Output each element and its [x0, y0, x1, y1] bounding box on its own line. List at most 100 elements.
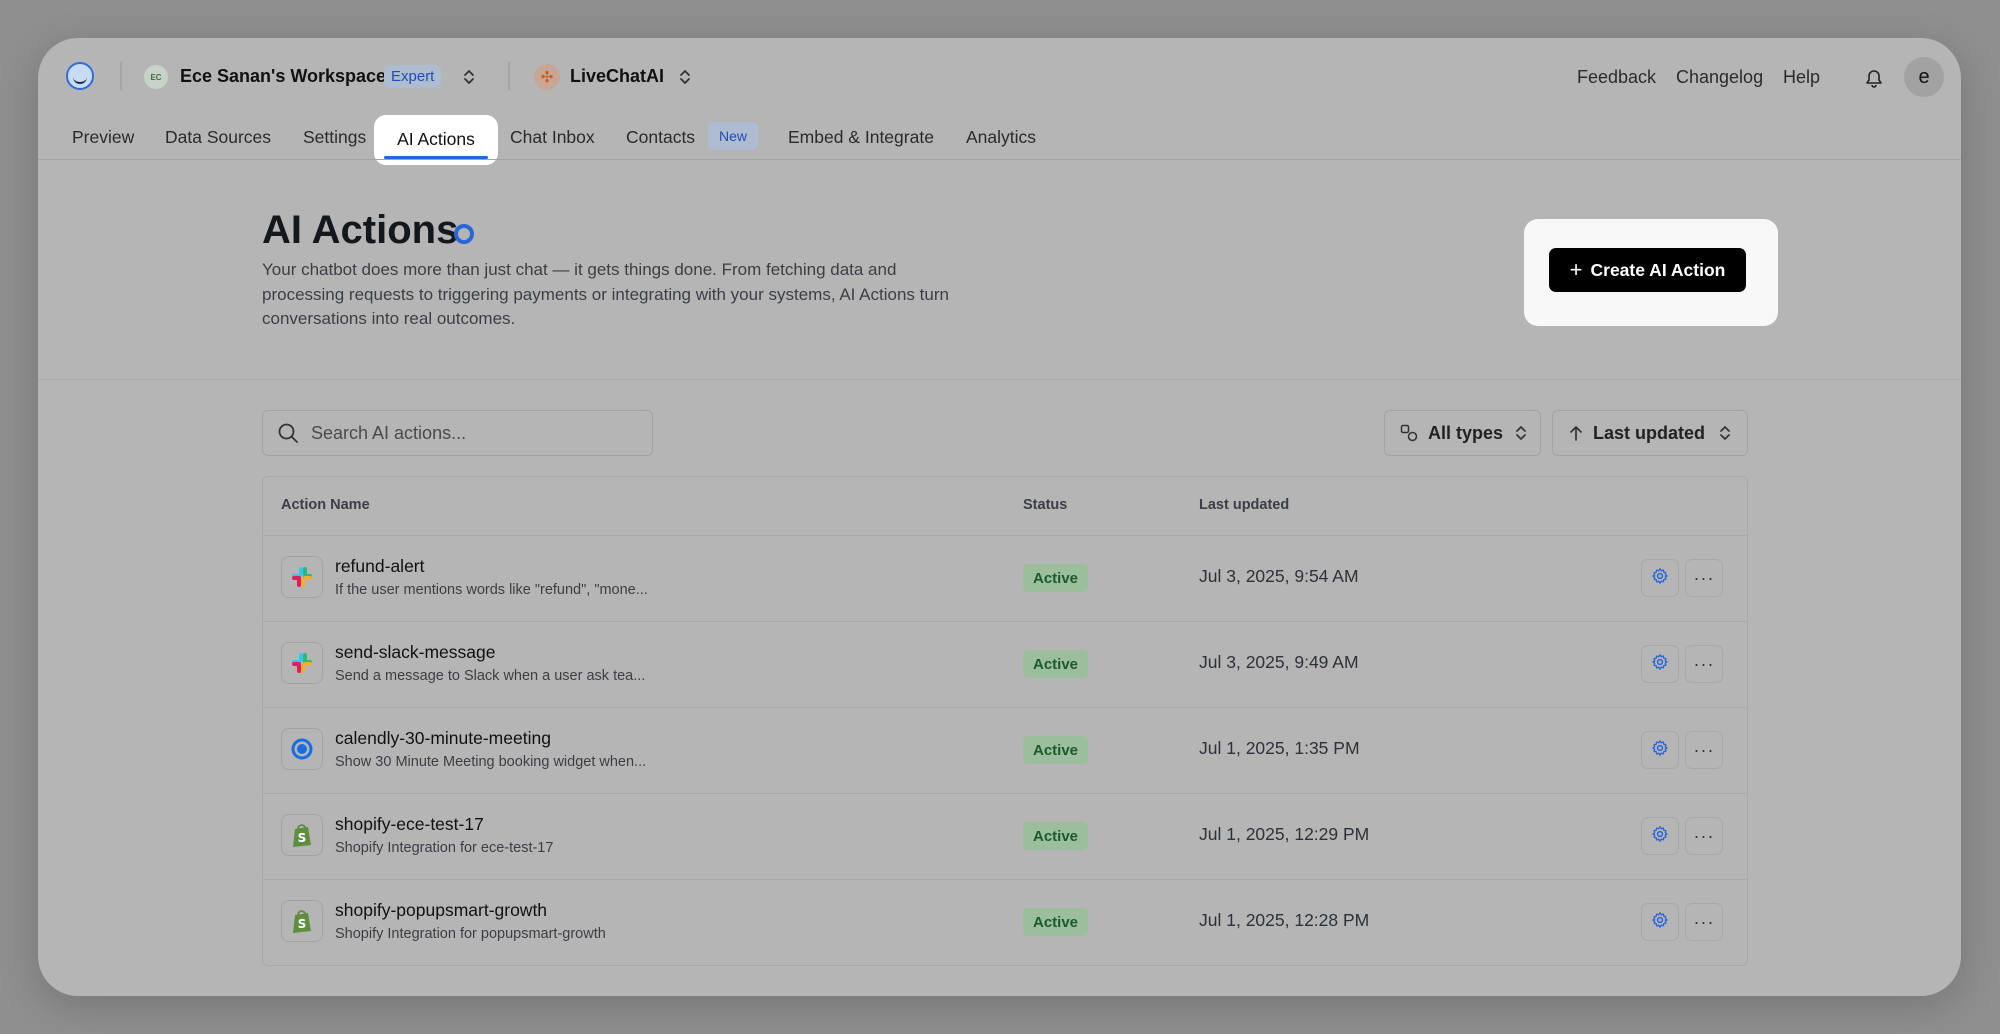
plus-icon: + — [1569, 257, 1583, 282]
workspace-avatar: EC — [144, 65, 168, 89]
gear-icon — [1651, 567, 1669, 590]
settings-button[interactable] — [1641, 731, 1679, 769]
create-button-label: Create AI Action — [1590, 259, 1726, 280]
status-badge: Active — [1023, 908, 1089, 936]
arrow-up-icon — [1569, 424, 1583, 442]
action-name[interactable]: shopify-ece-test-17 — [335, 814, 484, 835]
status-badge: Active — [1023, 564, 1089, 592]
action-name[interactable]: send-slack-message — [335, 642, 495, 663]
table-row[interactable]: send-slack-message Send a message to Sla… — [263, 621, 1747, 708]
bell-icon[interactable] — [1860, 64, 1888, 92]
tab-preview[interactable]: Preview — [72, 127, 134, 148]
divider — [508, 62, 510, 90]
page-description: Your chatbot does more than just chat — … — [262, 260, 949, 328]
tab-embed-integrate[interactable]: Embed & Integrate — [788, 127, 934, 148]
last-updated: Jul 3, 2025, 9:54 AM — [1199, 566, 1359, 586]
search-box[interactable] — [262, 410, 653, 456]
svg-text:S: S — [298, 831, 307, 845]
type-filter-label: All types — [1428, 422, 1504, 443]
last-updated: Jul 1, 2025, 1:35 PM — [1199, 738, 1360, 758]
table-header: Action Name Status Last updated — [263, 477, 1747, 536]
header-last-updated: Last updated — [1199, 497, 1290, 513]
user-avatar[interactable]: e — [1904, 57, 1944, 97]
ai-actions-table: Action Name Status Last updated refund-a… — [262, 476, 1748, 966]
status-badge: Active — [1023, 650, 1089, 678]
create-ai-action-button[interactable]: + Create AI Action — [1549, 248, 1746, 292]
calendly-icon — [281, 728, 323, 770]
type-filter-select[interactable]: All types — [1384, 410, 1541, 456]
tab-contacts[interactable]: Contacts — [626, 127, 695, 148]
ellipsis-icon: ··· — [1693, 911, 1715, 932]
slack-icon — [281, 556, 323, 598]
more-options-button[interactable]: ··· — [1685, 559, 1723, 597]
tab-ai-actions-label: AI Actions — [397, 129, 475, 149]
search-icon — [277, 422, 299, 449]
tab-settings[interactable]: Settings — [303, 127, 366, 148]
ellipsis-icon: ··· — [1693, 653, 1715, 674]
app-window: EC Ece Sanan's Workspace Expert ✣ LiveCh… — [38, 38, 1961, 996]
ellipsis-icon: ··· — [1693, 739, 1715, 760]
shopify-icon: S — [281, 814, 323, 856]
workspace-switcher-chevron-icon[interactable] — [462, 67, 476, 89]
shopify-icon: S — [281, 900, 323, 942]
more-options-button[interactable]: ··· — [1685, 731, 1723, 769]
loading-spinner-icon — [454, 224, 474, 244]
action-description: Send a message to Slack when a user ask … — [335, 668, 646, 684]
tab-bar-border — [38, 159, 1961, 160]
header-status: Status — [1023, 497, 1068, 513]
status-badge: Active — [1023, 822, 1089, 850]
settings-button[interactable] — [1641, 645, 1679, 683]
last-updated: Jul 1, 2025, 12:28 PM — [1199, 910, 1370, 930]
table-row[interactable]: calendly-30-minute-meeting Show 30 Minut… — [263, 707, 1747, 794]
chatbot-name[interactable]: LiveChatAI — [570, 66, 664, 87]
action-name[interactable]: shopify-popupsmart-growth — [335, 900, 547, 921]
sort-label: Last updated — [1593, 422, 1706, 443]
plan-badge: Expert — [384, 65, 442, 88]
chatbot-switcher-chevron-icon[interactable] — [678, 67, 692, 89]
action-description: Shopify Integration for ece-test-17 — [335, 840, 554, 856]
more-options-button[interactable]: ··· — [1685, 645, 1723, 683]
tab-analytics[interactable]: Analytics — [966, 127, 1036, 148]
action-description: Shopify Integration for popupsmart-growt… — [335, 926, 606, 942]
action-name[interactable]: refund-alert — [335, 556, 425, 577]
settings-button[interactable] — [1641, 903, 1679, 941]
action-description: If the user mentions words like "refund"… — [335, 582, 648, 598]
changelog-link[interactable]: Changelog — [1676, 67, 1763, 88]
ellipsis-icon: ··· — [1693, 825, 1715, 846]
tab-data-sources[interactable]: Data Sources — [165, 127, 271, 148]
table-row[interactable]: refund-alert If the user mentions words … — [263, 535, 1747, 622]
svg-text:S: S — [298, 917, 307, 931]
workspace-name[interactable]: Ece Sanan's Workspace — [180, 66, 386, 87]
page-title: AI Actions — [262, 208, 459, 252]
chatbot-icon: ✣ — [534, 64, 560, 90]
last-updated: Jul 1, 2025, 12:29 PM — [1199, 824, 1370, 844]
help-link[interactable]: Help — [1783, 67, 1820, 88]
tab-chat-inbox[interactable]: Chat Inbox — [510, 127, 595, 148]
settings-button[interactable] — [1641, 559, 1679, 597]
chevron-updown-icon — [1515, 424, 1527, 442]
chevron-updown-icon — [1719, 424, 1731, 442]
more-options-button[interactable]: ··· — [1685, 903, 1723, 941]
action-name[interactable]: calendly-30-minute-meeting — [335, 728, 551, 749]
more-options-button[interactable]: ··· — [1685, 817, 1723, 855]
slack-icon — [281, 642, 323, 684]
feedback-link[interactable]: Feedback — [1577, 67, 1656, 88]
app-logo-icon[interactable] — [66, 62, 94, 90]
last-updated: Jul 3, 2025, 9:49 AM — [1199, 652, 1359, 672]
new-badge: New — [708, 122, 758, 150]
section-divider — [38, 379, 1961, 380]
ellipsis-icon: ··· — [1693, 567, 1715, 588]
table-row[interactable]: S shopify-ece-test-17 Shopify Integratio… — [263, 793, 1747, 880]
gear-icon — [1651, 911, 1669, 934]
gear-icon — [1651, 739, 1669, 762]
settings-button[interactable] — [1641, 817, 1679, 855]
header-action-name: Action Name — [281, 497, 370, 513]
gear-icon — [1651, 825, 1669, 848]
search-input[interactable] — [311, 411, 641, 455]
top-bar: EC Ece Sanan's Workspace Expert ✣ LiveCh… — [38, 38, 1961, 118]
status-badge: Active — [1023, 736, 1089, 764]
table-row[interactable]: S shopify-popupsmart-growth Shopify Inte… — [263, 879, 1747, 965]
shapes-icon — [1400, 424, 1418, 442]
gear-icon — [1651, 653, 1669, 676]
sort-select[interactable]: Last updated — [1552, 410, 1748, 456]
